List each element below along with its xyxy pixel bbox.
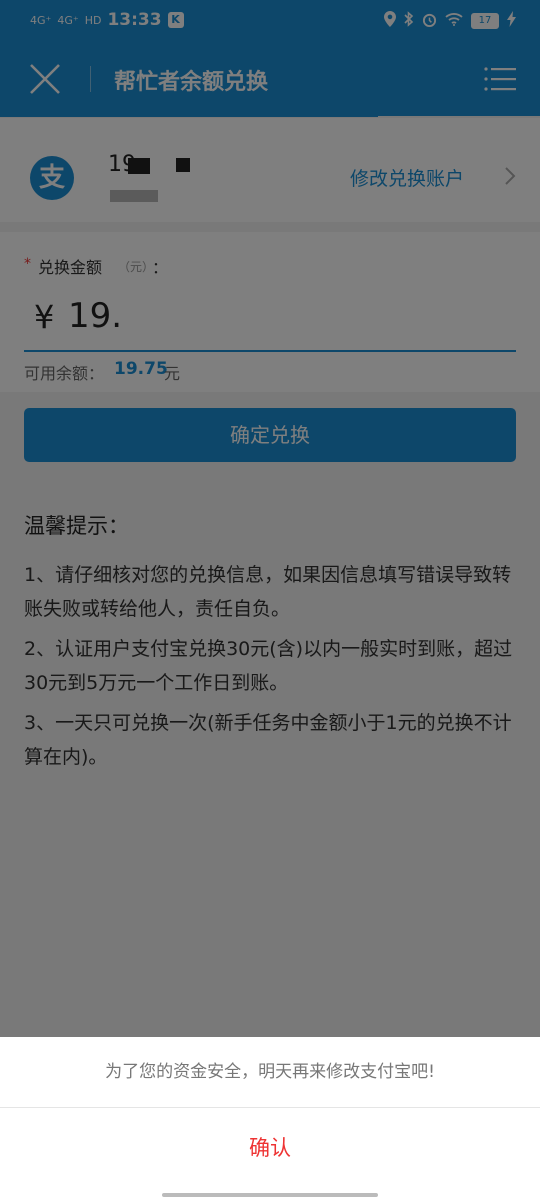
home-indicator[interactable] [162, 1193, 378, 1197]
dialog-message: 为了您的资金安全，明天再来修改支付宝吧! [105, 1062, 435, 1082]
modal-overlay[interactable] [0, 0, 540, 1200]
bottom-sheet-dialog: 为了您的资金安全，明天再来修改支付宝吧! 确认 [0, 1037, 540, 1200]
dialog-confirm-button[interactable]: 确认 [0, 1108, 540, 1188]
